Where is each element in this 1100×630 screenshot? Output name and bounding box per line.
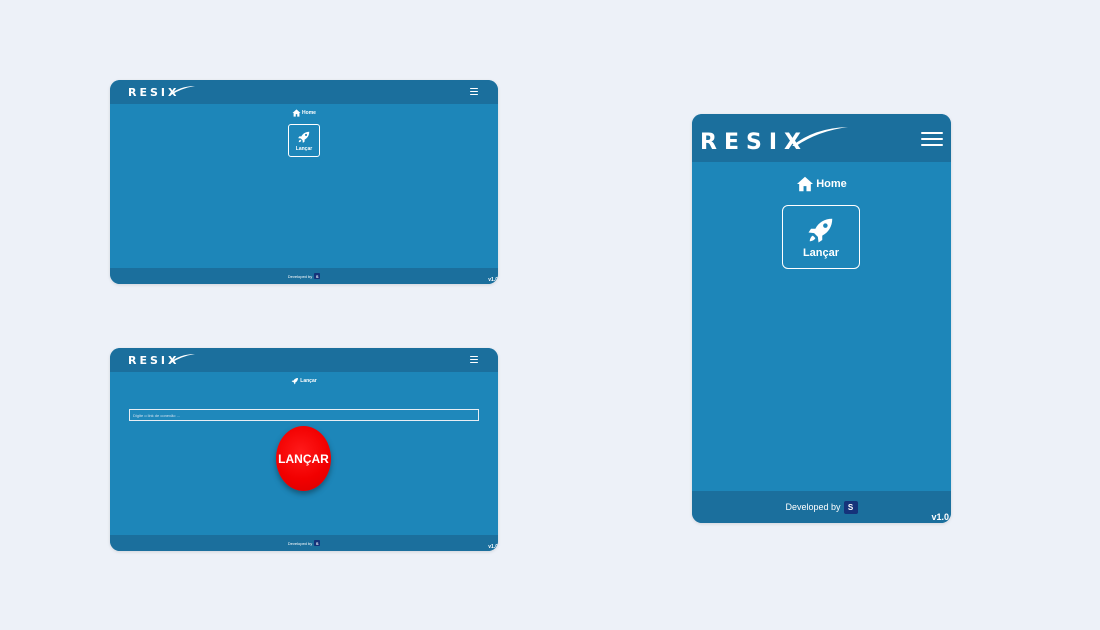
launch-desktop-screen: RESIX Lançar LANÇAR Developed by S v1.0 [110, 348, 498, 551]
home-mobile-screen: RESIX Home Lançar Developed by S v1.0 [692, 114, 951, 523]
footer-text: Developed by [287, 273, 313, 279]
app-header: RESIX [110, 80, 498, 104]
launch-button[interactable]: LANÇAR [276, 426, 331, 491]
app-footer: Developed by S [110, 268, 498, 284]
launch-tile-label: Lançar [802, 247, 840, 259]
breadcrumb: Home [692, 176, 951, 192]
launch-tile-label: Lançar [295, 145, 313, 152]
connection-link-input[interactable] [129, 409, 479, 421]
breadcrumb: Lançar [110, 377, 498, 385]
home-icon [797, 176, 814, 192]
menu-button[interactable] [921, 132, 943, 146]
breadcrumb: Home [110, 109, 498, 117]
s-logo-icon[interactable]: S [843, 500, 858, 514]
hamburger-icon [470, 88, 478, 89]
menu-button[interactable] [470, 356, 478, 363]
s-logo-icon[interactable]: S [314, 540, 321, 546]
footer-text: Developed by [785, 502, 841, 512]
app-footer: Developed by S [110, 535, 498, 551]
logo-swoosh-icon [169, 354, 195, 363]
rocket-icon [291, 378, 299, 385]
rocket-icon [298, 131, 310, 143]
rocket-icon [808, 218, 833, 243]
app-header: RESIX [692, 114, 951, 162]
hamburger-icon [921, 132, 943, 134]
logo-swoosh-icon [792, 127, 848, 146]
breadcrumb-label: Lançar [300, 378, 317, 384]
launch-tile[interactable]: Lançar [288, 124, 320, 157]
hamburger-icon [470, 356, 478, 357]
breadcrumb-label: Home [816, 178, 847, 190]
breadcrumb-label: Home [302, 110, 316, 116]
s-logo-icon[interactable]: S [314, 273, 321, 279]
home-desktop-screen: RESIX Home Lançar Developed by S v1.0 [110, 80, 498, 284]
app-footer: Developed by S [692, 491, 951, 523]
app-header: RESIX [110, 348, 498, 372]
menu-button[interactable] [470, 88, 478, 95]
launch-tile[interactable]: Lançar [782, 205, 860, 269]
footer-text: Developed by [287, 540, 313, 546]
version-label: v1.0 [488, 544, 498, 550]
logo-swoosh-icon [169, 86, 195, 95]
home-icon [292, 109, 301, 117]
version-label: v1.0 [931, 512, 949, 522]
version-label: v1.0 [488, 277, 498, 283]
